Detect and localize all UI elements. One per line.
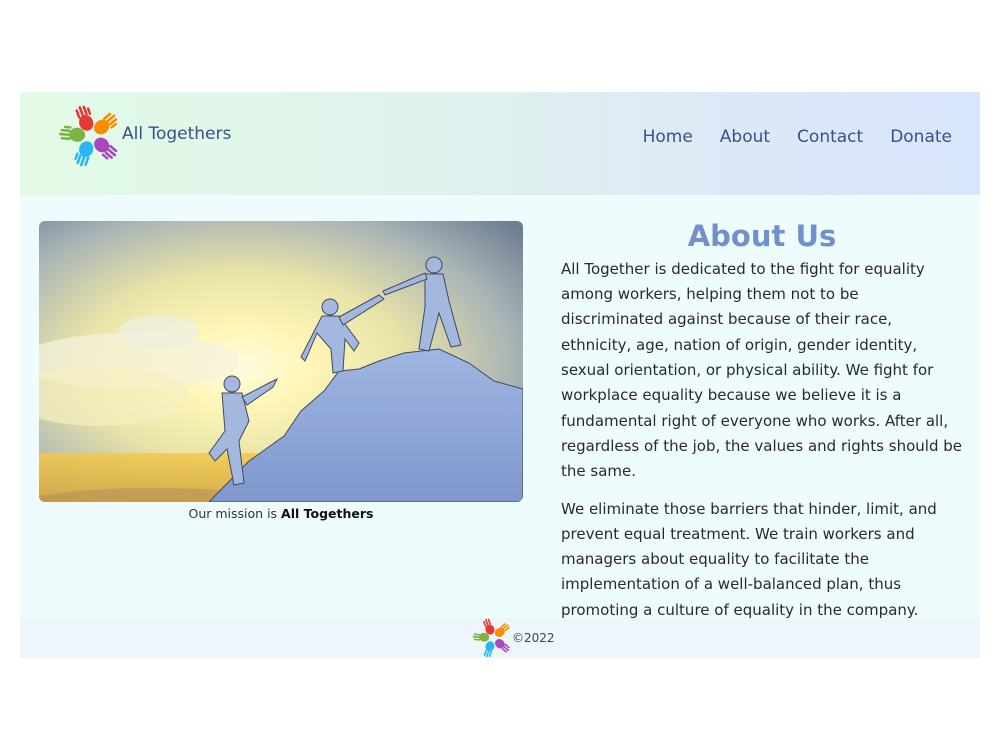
nav-donate-link[interactable]: Donate bbox=[890, 127, 952, 147]
hero-image bbox=[39, 221, 523, 502]
caption-prefix: Our mission is bbox=[188, 506, 278, 521]
site-footer: ©2022 bbox=[20, 618, 980, 658]
nav-contact-link[interactable]: Contact bbox=[797, 127, 863, 147]
brand-name[interactable]: All Togethers bbox=[122, 124, 231, 144]
nav-about-link[interactable]: About bbox=[720, 127, 770, 147]
about-paragraph-1: All Together is dedicated to the fight f… bbox=[561, 259, 962, 481]
hands-logo-icon bbox=[59, 105, 118, 167]
caption-bold: All Togethers bbox=[281, 506, 374, 521]
nav-home-link[interactable]: Home bbox=[643, 127, 693, 147]
footer-content: ©2022 bbox=[472, 618, 555, 658]
page-frame: All Togethers Home About Contact Donate bbox=[20, 92, 980, 658]
about-section: About Us All Together is dedicated to th… bbox=[561, 219, 963, 635]
hero-caption: Our mission is All Togethers bbox=[39, 506, 523, 521]
brand[interactable]: All Togethers bbox=[58, 104, 231, 168]
site-header: All Togethers Home About Contact Donate bbox=[20, 92, 980, 195]
copyright-text: ©2022 bbox=[512, 631, 555, 645]
about-title: About Us bbox=[687, 219, 837, 253]
hero-figure: Our mission is All Togethers bbox=[39, 221, 523, 521]
main-nav: Home About Contact Donate bbox=[643, 127, 952, 147]
about-paragraph-2: We eliminate those barriers that hinder,… bbox=[561, 499, 937, 619]
hands-logo-icon bbox=[472, 618, 510, 658]
